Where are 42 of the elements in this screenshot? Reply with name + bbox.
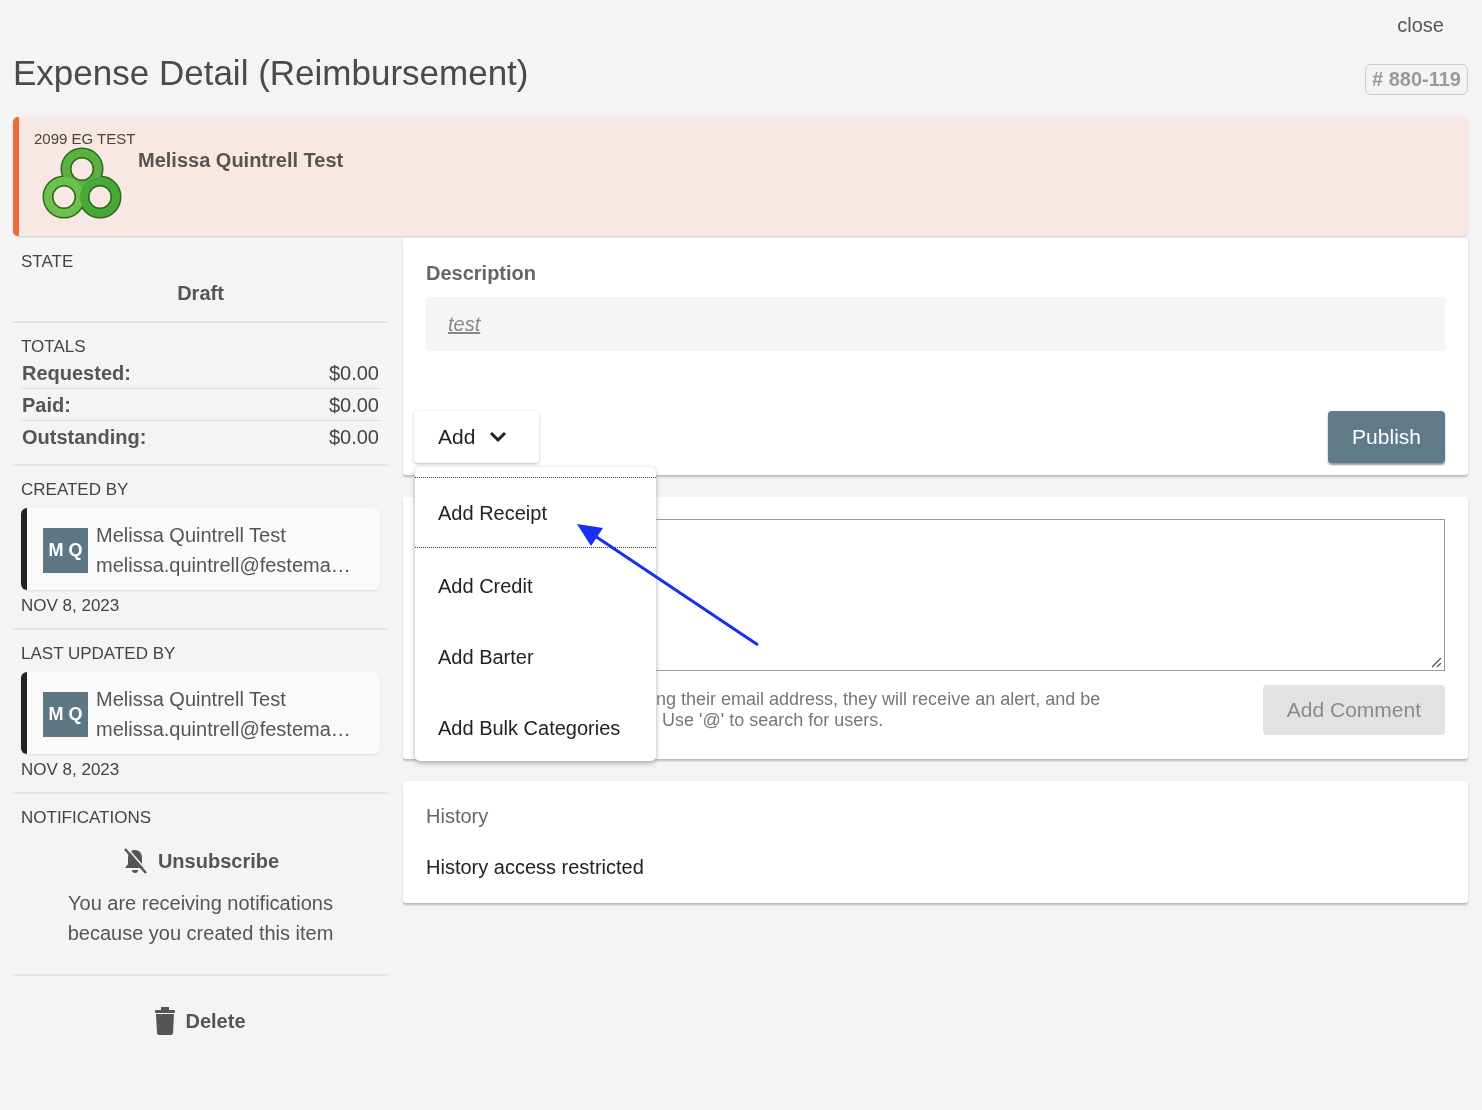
chevron-down-icon <box>489 431 508 443</box>
description-label: Description <box>426 262 538 285</box>
publish-button[interactable]: Publish <box>1328 411 1445 463</box>
total-label: Outstanding: <box>22 426 147 449</box>
delete-button[interactable]: Delete <box>149 1006 252 1036</box>
history-text: History access restricted <box>426 856 645 879</box>
date-text: NOV 8, 2023 <box>21 596 121 616</box>
page-title: Expense Detail (Reimbursement) <box>13 53 529 93</box>
section-label: LAST UPDATED BY <box>21 644 177 664</box>
history-label: History <box>426 805 490 828</box>
logo-icon <box>42 147 122 221</box>
total-value: $0.00 <box>328 426 379 449</box>
organization-label: 2099 EG TEST <box>34 130 137 147</box>
section-label: STATE <box>21 252 75 272</box>
user-name: Melissa Quintrell Test <box>96 523 287 548</box>
bell-off-icon <box>121 847 148 875</box>
trash-icon <box>155 1007 176 1035</box>
user-email: melissa.quintrell@festema… <box>96 717 351 742</box>
banner-name: Melissa Quintrell Test <box>138 149 344 172</box>
menu-item[interactable]: Add Barter <box>415 619 656 690</box>
section-label: NOTIFICATIONS <box>21 808 152 828</box>
comment-hint: ng their email address, they will receive an alert, and be Use '@' to search for users. <box>656 689 1101 731</box>
state-value: Draft <box>176 282 225 305</box>
total-value: $0.00 <box>328 362 379 385</box>
menu-item[interactable]: Add Bulk Categories <box>415 690 656 761</box>
add-dropdown-button[interactable]: Add <box>414 411 540 463</box>
close-link[interactable]: close <box>1397 14 1444 37</box>
total-value: $0.00 <box>328 394 379 417</box>
unsubscribe-button[interactable]: Unsubscribe <box>115 846 286 876</box>
menu-item[interactable]: Add Credit <box>415 548 656 619</box>
total-label: Requested: <box>22 362 131 385</box>
notification-text: You are receiving notifications because you created this item <box>66 891 335 946</box>
resize-handle-icon[interactable] <box>1430 656 1442 668</box>
user-name: Melissa Quintrell Test <box>96 687 287 712</box>
section-label: TOTALS <box>21 337 87 357</box>
record-number: # 880-119 <box>1365 64 1468 95</box>
user-avatar: M Q <box>43 527 88 573</box>
total-label: Paid: <box>22 394 71 417</box>
user-avatar: M Q <box>43 691 88 737</box>
section-label: CREATED BY <box>21 480 130 500</box>
date-text: NOV 8, 2023 <box>21 760 121 780</box>
user-email: melissa.quintrell@festema… <box>96 553 351 578</box>
